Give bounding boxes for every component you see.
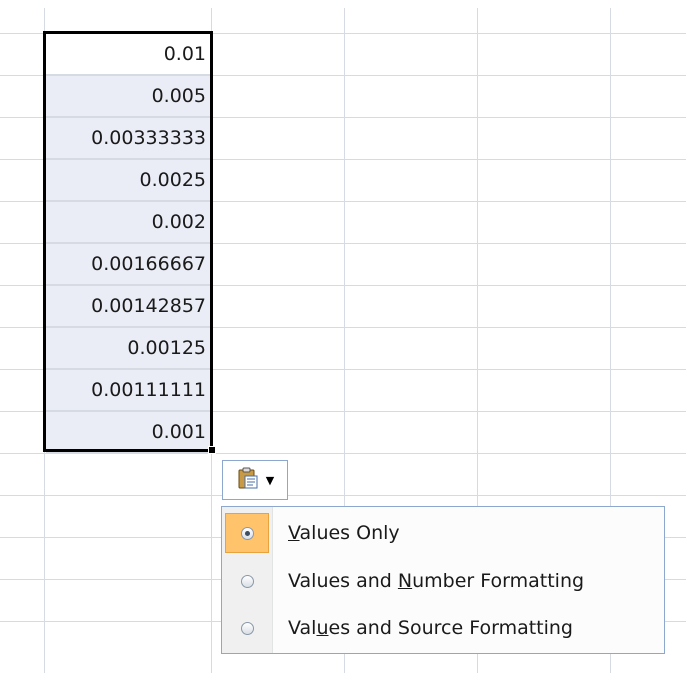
- fill-handle[interactable]: [208, 446, 216, 454]
- cell-row-2[interactable]: 0.005: [46, 76, 210, 117]
- cell-row-9[interactable]: 0.00111111: [46, 370, 210, 411]
- radio-unchecked-icon[interactable]: [240, 621, 254, 635]
- gridline-horizontal: [0, 495, 686, 496]
- gridline-vertical: [211, 8, 212, 673]
- radio-checked-icon[interactable]: [240, 526, 254, 540]
- radio-unchecked-icon[interactable]: [240, 574, 254, 588]
- cell-row-1[interactable]: 0.01: [46, 34, 210, 75]
- radio-highlight: [225, 513, 269, 553]
- radio-slot: [222, 605, 272, 651]
- menu-item-label: Values Only: [288, 522, 400, 544]
- menu-item-label: Values and Source Formatting: [288, 617, 573, 639]
- cell-row-3[interactable]: 0.00333333: [46, 118, 210, 159]
- paste-options-menu: Values Only Values and Number Formatting…: [221, 506, 665, 654]
- menu-item-values-and-number-formatting[interactable]: Values and Number Formatting: [222, 558, 664, 604]
- radio-slot: [222, 558, 272, 604]
- cell-row-5[interactable]: 0.002: [46, 202, 210, 243]
- menu-item-values-only[interactable]: Values Only: [222, 510, 664, 556]
- paste-options-button[interactable]: ▼: [222, 460, 288, 500]
- cell-row-7[interactable]: 0.00142857: [46, 286, 210, 327]
- menu-item-label: Values and Number Formatting: [288, 570, 585, 592]
- cell-row-4[interactable]: 0.0025: [46, 160, 210, 201]
- menu-item-values-and-source-formatting[interactable]: Values and Source Formatting: [222, 605, 664, 651]
- clipboard-paste-icon: [236, 466, 260, 494]
- cell-row-8[interactable]: 0.00125: [46, 328, 210, 369]
- cell-row-6[interactable]: 0.00166667: [46, 244, 210, 285]
- gridline-vertical: [44, 8, 45, 673]
- gridline-horizontal: [0, 453, 686, 454]
- cell-row-10[interactable]: 0.001: [46, 412, 210, 453]
- dropdown-arrow-icon[interactable]: ▼: [266, 475, 274, 486]
